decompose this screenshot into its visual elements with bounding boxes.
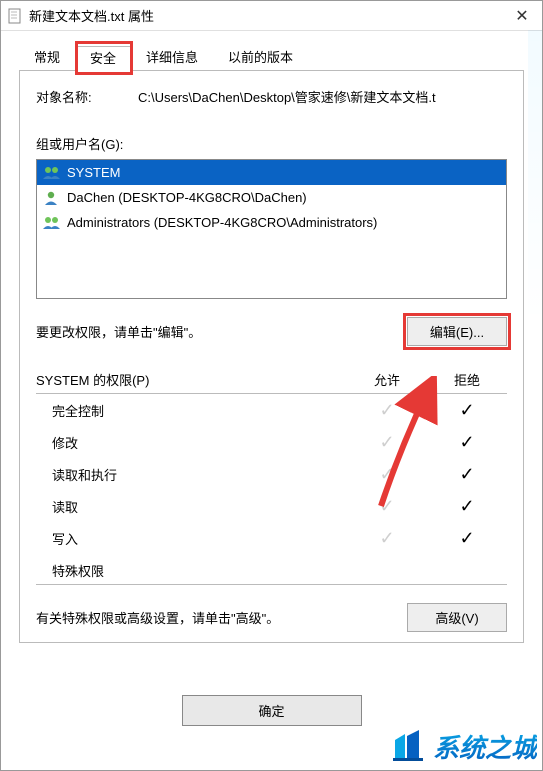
permissions-table: 完全控制 ✓ ✓ 修改 ✓ ✓ 读取和执行 ✓ ✓ [36, 393, 507, 585]
advanced-row: 有关特殊权限或高级设置，请单击"高级"。 高级(V) [36, 603, 507, 632]
column-deny: 拒绝 [427, 370, 507, 389]
users-label: 组或用户名(G): [36, 134, 507, 153]
check-icon: ✓ [347, 496, 427, 517]
perm-label: 写入 [52, 529, 347, 548]
user-icon [41, 189, 63, 207]
tab-general[interactable]: 常规 [19, 45, 75, 71]
users-listbox[interactable]: SYSTEM DaChen (DESKTOP-4KG8CRO\DaChen) A… [36, 159, 507, 299]
perm-row: 修改 ✓ ✓ [36, 426, 507, 458]
object-name-row: 对象名称: C:\Users\DaChen\Desktop\管家速修\新建文本文… [36, 87, 507, 106]
watermark-icon [391, 728, 429, 765]
check-icon: ✓ [347, 528, 427, 549]
perm-label: 读取 [52, 497, 347, 516]
titlebar: 新建文本文档.txt 属性 ✕ [1, 1, 542, 31]
ok-button[interactable]: 确定 [182, 695, 362, 726]
column-allow: 允许 [347, 370, 427, 389]
perm-row: 读取 ✓ ✓ [36, 490, 507, 522]
perm-row: 写入 ✓ ✓ [36, 522, 507, 554]
watermark: 系统之城 [391, 728, 537, 765]
perm-label: 特殊权限 [52, 561, 347, 580]
perm-label: 完全控制 [52, 401, 347, 420]
check-icon: ✓ [427, 496, 507, 517]
permissions-section: SYSTEM 的权限(P) 允许 拒绝 完全控制 ✓ ✓ 修改 ✓ ✓ [36, 370, 507, 585]
tab-bar: 常规 安全 详细信息 以前的版本 [19, 45, 524, 71]
watermark-text: 系统之城 [433, 728, 537, 765]
list-item-label: DaChen (DESKTOP-4KG8CRO\DaChen) [67, 190, 307, 205]
edit-row: 要更改权限，请单击"编辑"。 编辑(E)... [36, 317, 507, 346]
perm-label: 修改 [52, 433, 347, 452]
check-icon: ✓ [427, 400, 507, 421]
perm-label: 读取和执行 [52, 465, 347, 484]
object-name-value: C:\Users\DaChen\Desktop\管家速修\新建文本文档.t [138, 87, 507, 106]
window-title: 新建文本文档.txt 属性 [29, 6, 154, 25]
perm-row: 特殊权限 [36, 554, 507, 586]
dialog-content: 常规 安全 详细信息 以前的版本 对象名称: C:\Users\DaChen\D… [1, 31, 542, 685]
permissions-header: SYSTEM 的权限(P) 允许 拒绝 [36, 370, 507, 389]
tab-details[interactable]: 详细信息 [131, 45, 213, 71]
permissions-header-label: SYSTEM 的权限(P) [36, 370, 347, 389]
check-icon: ✓ [427, 432, 507, 453]
properties-dialog: 新建文本文档.txt 属性 ✕ 常规 安全 详细信息 以前的版本 对象名称: C… [0, 0, 543, 771]
list-item[interactable]: SYSTEM [37, 160, 506, 185]
perm-row: 读取和执行 ✓ ✓ [36, 458, 507, 490]
check-icon: ✓ [347, 400, 427, 421]
object-name-label: 对象名称: [36, 87, 138, 106]
list-item-label: SYSTEM [67, 165, 120, 180]
edit-button[interactable]: 编辑(E)... [407, 317, 507, 346]
list-item[interactable]: DaChen (DESKTOP-4KG8CRO\DaChen) [37, 185, 506, 210]
check-icon: ✓ [427, 464, 507, 485]
tab-security[interactable]: 安全 [75, 46, 131, 72]
security-panel: 对象名称: C:\Users\DaChen\Desktop\管家速修\新建文本文… [19, 71, 524, 643]
check-icon: ✓ [347, 464, 427, 485]
check-icon: ✓ [427, 528, 507, 549]
file-icon [7, 8, 23, 24]
tab-previous-versions[interactable]: 以前的版本 [213, 45, 308, 71]
edit-hint: 要更改权限，请单击"编辑"。 [36, 322, 201, 341]
list-item-label: Administrators (DESKTOP-4KG8CRO\Administ… [67, 215, 377, 230]
list-item[interactable]: Administrators (DESKTOP-4KG8CRO\Administ… [37, 210, 506, 235]
advanced-button[interactable]: 高级(V) [407, 603, 507, 632]
close-icon[interactable]: ✕ [502, 1, 542, 31]
group-icon [41, 164, 63, 182]
group-icon [41, 214, 63, 232]
perm-row: 完全控制 ✓ ✓ [36, 394, 507, 426]
check-icon: ✓ [347, 432, 427, 453]
advanced-hint: 有关特殊权限或高级设置，请单击"高级"。 [36, 608, 279, 627]
